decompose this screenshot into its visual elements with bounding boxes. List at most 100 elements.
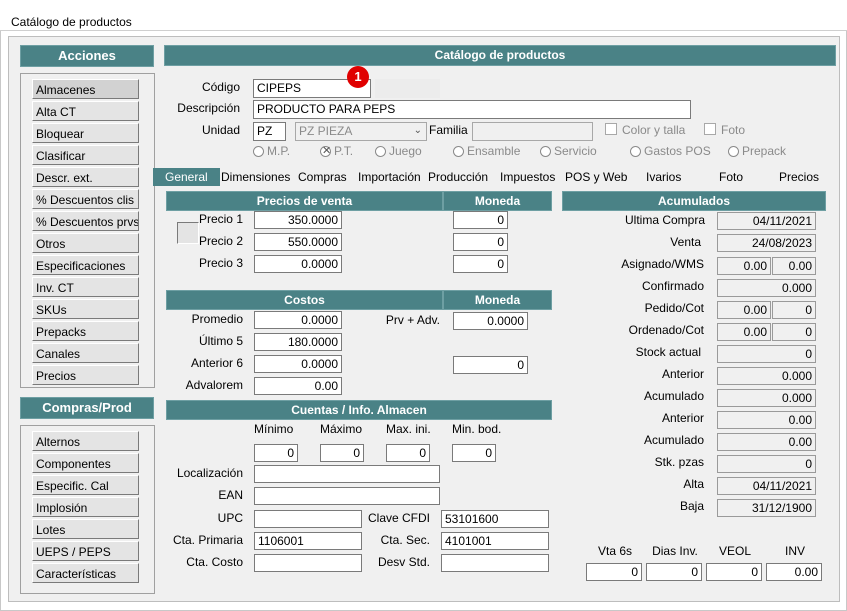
precio-moneda-input[interactable]: 0 bbox=[453, 255, 508, 273]
sidebar-item-descuentos-prvs[interactable]: % Descuentos prvs bbox=[32, 211, 139, 231]
tab-general[interactable]: General bbox=[153, 168, 220, 186]
cuentas-col-input[interactable]: 0 bbox=[386, 444, 430, 462]
cuentas-col-input[interactable]: 0 bbox=[452, 444, 496, 462]
sidebar-item-bloquear[interactable]: Bloquear bbox=[32, 123, 139, 143]
costos-rows: Promedio 0.0000 Último 5 180.0000 Anterior 6… bbox=[166, 311, 366, 401]
cuentas-col-input[interactable]: 0 bbox=[254, 444, 298, 462]
tab-ivarios[interactable]: Ivarios bbox=[646, 168, 681, 186]
acum-bottom-input[interactable]: 0 bbox=[586, 563, 642, 581]
tab-precios[interactable]: Precios bbox=[779, 168, 819, 186]
sidebar-item-precios[interactable]: Precios bbox=[32, 365, 139, 385]
sidebar-item-lotes[interactable]: Lotes bbox=[32, 519, 139, 539]
acum-bottom-input[interactable]: 0 bbox=[706, 563, 762, 581]
radio-circle-icon bbox=[630, 146, 641, 157]
costo-input[interactable]: 0.00 bbox=[254, 377, 342, 395]
sidebar-item-descr-ext[interactable]: Descr. ext. bbox=[32, 167, 139, 187]
color-talla-checkbox[interactable] bbox=[605, 123, 617, 135]
precio-moneda-input[interactable]: 0 bbox=[453, 211, 508, 229]
desv-std-label: Desv Std. bbox=[377, 555, 430, 569]
cuentas-col-input[interactable]: 0 bbox=[320, 444, 364, 462]
radio-circle-icon: ✕ bbox=[320, 145, 332, 157]
title-bar: Catálogo de productos bbox=[0, 0, 847, 31]
sidebar-item-especificaciones[interactable]: Especificaciones bbox=[32, 255, 139, 275]
costo-input[interactable]: 0.0000 bbox=[254, 311, 342, 329]
sidebar-item-componentes[interactable]: Componentes bbox=[32, 453, 139, 473]
cta-primaria-label: Cta. Primaria bbox=[172, 533, 243, 547]
ordenado-b-value: 0 bbox=[772, 323, 816, 341]
sidebar-item-alternos[interactable]: Alternos bbox=[32, 431, 139, 451]
sidebar-item-otros[interactable]: Otros bbox=[32, 233, 139, 253]
notification-badge[interactable]: 1 bbox=[347, 66, 369, 88]
radio-circle-icon bbox=[375, 146, 386, 157]
acciones-header: Acciones bbox=[20, 45, 154, 67]
sidebar-item-caracteristicas[interactable]: Características bbox=[32, 563, 139, 583]
familia-input[interactable] bbox=[472, 122, 593, 141]
costo-moneda-input[interactable]: 0 bbox=[453, 356, 528, 374]
sidebar-item-inv-ct[interactable]: Inv. CT bbox=[32, 277, 139, 297]
codigo-label: Código bbox=[201, 80, 240, 94]
clave-cfdi-input[interactable]: 53101600 bbox=[441, 510, 549, 528]
costo-label: Último 5 bbox=[198, 334, 243, 348]
tab-foto[interactable]: Foto bbox=[719, 168, 743, 186]
acum-bottom-input[interactable]: 0.00 bbox=[766, 563, 822, 581]
main-header: Catálogo de productos bbox=[164, 45, 836, 66]
localizacion-input[interactable] bbox=[254, 465, 440, 483]
baja-label: Baja bbox=[679, 499, 704, 513]
acum-bottom-label: VEOL bbox=[718, 544, 751, 558]
upc-input[interactable] bbox=[254, 510, 362, 528]
sidebar-item-almacenes[interactable]: Almacenes bbox=[32, 79, 139, 99]
precio-label: Precio 3 bbox=[198, 256, 243, 270]
sidebar-item-prepacks[interactable]: Prepacks bbox=[32, 321, 139, 341]
tab-compras[interactable]: Compras bbox=[298, 168, 347, 186]
cuentas-col-label: Min. bod. bbox=[452, 422, 502, 436]
descripcion-input[interactable]: PRODUCTO PARA PEPS bbox=[253, 100, 691, 119]
asignado-b-value: 0.00 bbox=[772, 257, 816, 275]
desv-std-input[interactable] bbox=[441, 554, 549, 572]
sidebar-item-skus[interactable]: SKUs bbox=[32, 299, 139, 319]
anterior1-label: Anterior bbox=[661, 367, 704, 381]
cta-primaria-input[interactable]: 1106001 bbox=[254, 532, 362, 550]
precio-input[interactable]: 0.0000 bbox=[254, 255, 342, 273]
tabs: General Dimensiones Compras Importación Prod… bbox=[153, 168, 843, 188]
unidad-input[interactable]: PZ bbox=[253, 122, 286, 141]
sidebar-item-canales[interactable]: Canales bbox=[32, 343, 139, 363]
precio-input[interactable]: 350.0000 bbox=[254, 211, 342, 229]
costo-input[interactable]: 180.0000 bbox=[254, 333, 342, 351]
venta-label: Venta bbox=[670, 235, 701, 249]
unidad-select[interactable]: PZ PIEZA ⌄ bbox=[295, 122, 427, 141]
compras-header: Compras/Prod bbox=[20, 397, 154, 419]
sidebar-item-descuentos-clis[interactable]: % Descuentos clis bbox=[32, 189, 139, 209]
sidebar-item-especific-cal[interactable]: Especific. Cal bbox=[32, 475, 139, 495]
radio-label: Ensamble bbox=[467, 144, 521, 158]
acum-bottom-input[interactable]: 0 bbox=[646, 563, 702, 581]
confirmado-value: 0.000 bbox=[717, 279, 816, 297]
cuentas-minmax: Mínimo 0 Máximo 0 Max. ini. 0 Min. bod. 0 bbox=[240, 422, 560, 466]
sidebar-item-implosion[interactable]: Implosión bbox=[32, 497, 139, 517]
descripcion-label: Descripción bbox=[177, 101, 240, 115]
cta-costo-input[interactable] bbox=[254, 554, 362, 572]
ordenado-a-value: 0.00 bbox=[717, 323, 771, 341]
sidebar-item-clasificar[interactable]: Clasificar bbox=[32, 145, 139, 165]
ean-input[interactable] bbox=[254, 487, 440, 505]
tab-importacion[interactable]: Importación bbox=[358, 168, 421, 186]
tab-dimensiones[interactable]: Dimensiones bbox=[221, 168, 290, 186]
precio-input[interactable]: 550.0000 bbox=[254, 233, 342, 251]
sidebar-item-ueps-peps[interactable]: UEPS / PEPS bbox=[32, 541, 139, 561]
tab-pos-y-web[interactable]: POS y Web bbox=[565, 168, 627, 186]
foto-checkbox[interactable] bbox=[704, 123, 716, 135]
costo-input[interactable]: 0.0000 bbox=[254, 355, 342, 373]
stk-pzas-label: Stk. pzas bbox=[654, 455, 704, 469]
tab-produccion[interactable]: Producción bbox=[428, 168, 488, 186]
codigo-aux bbox=[375, 79, 440, 98]
anterior1-value: 0.000 bbox=[717, 367, 816, 385]
prv-adv-input[interactable]: 0.0000 bbox=[453, 312, 528, 330]
precio-moneda-input[interactable]: 0 bbox=[453, 233, 508, 251]
tab-impuestos[interactable]: Impuestos bbox=[500, 168, 555, 186]
costo-label: Promedio bbox=[191, 312, 243, 326]
cuentas-col-label: Mínimo bbox=[254, 422, 294, 436]
precios-moneda-header: Moneda bbox=[443, 191, 552, 211]
cta-sec-input[interactable]: 4101001 bbox=[441, 532, 549, 550]
sidebar-item-alta-ct[interactable]: Alta CT bbox=[32, 101, 139, 121]
prv-adv-label: Prv + Adv. bbox=[385, 313, 440, 327]
costo-label: Anterior 6 bbox=[190, 356, 243, 370]
